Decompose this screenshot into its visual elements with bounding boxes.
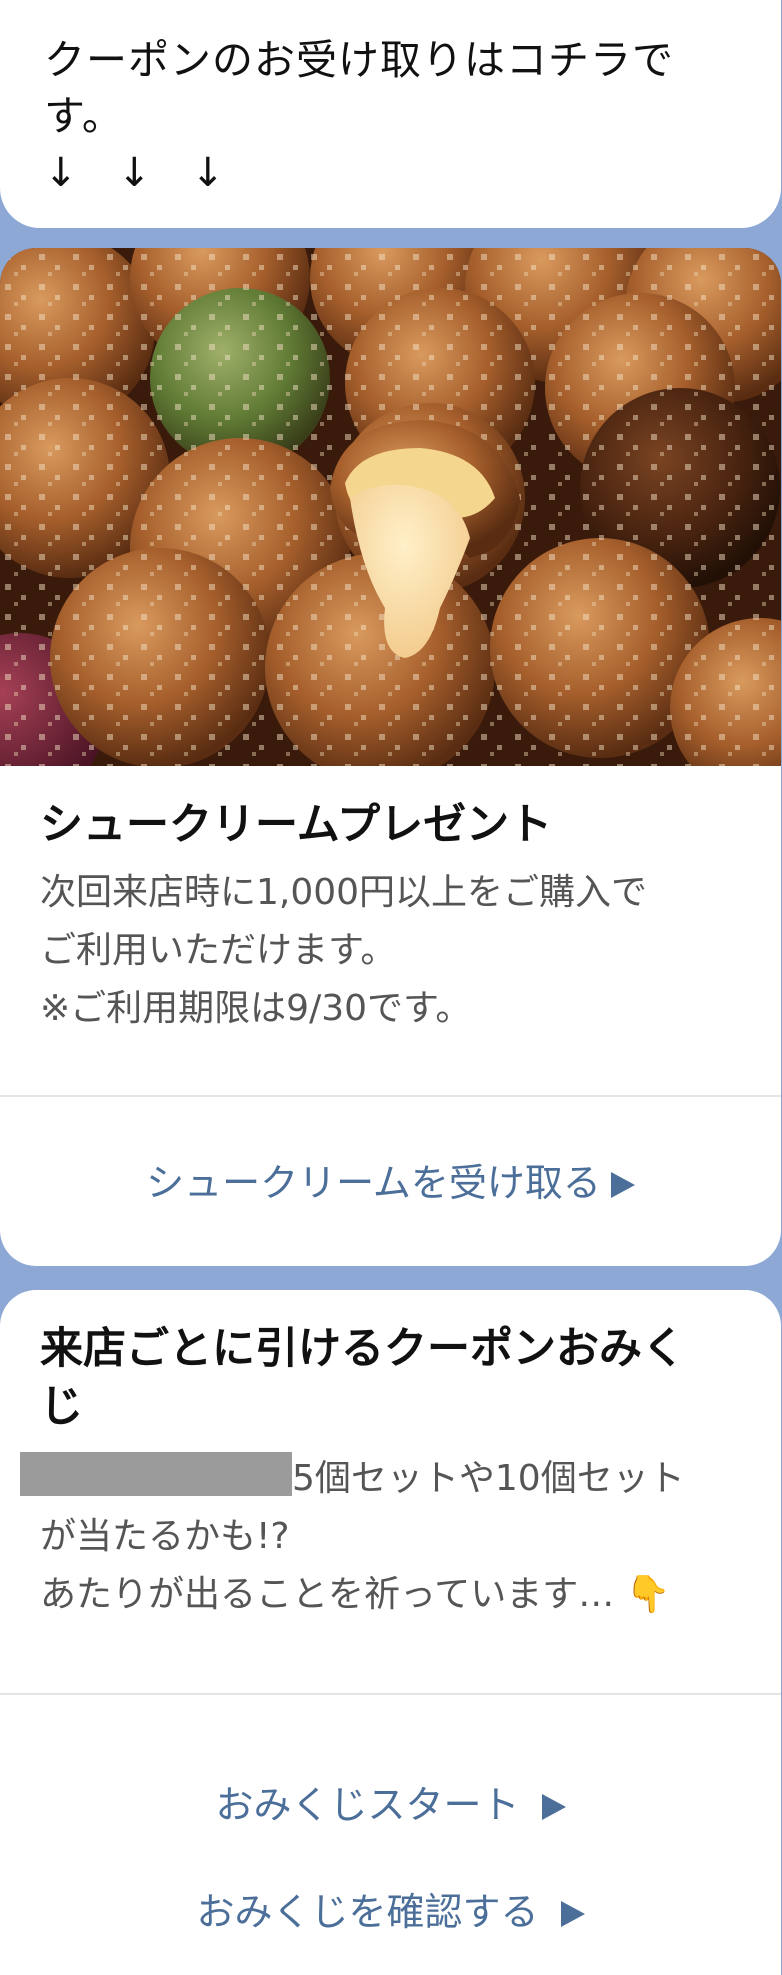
intro-message-line1: クーポンのお受け取りはコチラで	[44, 36, 674, 84]
receive-cream-puff-label: シュークリームを受け取る	[146, 1161, 601, 1205]
omikuji-start-button[interactable]: おみくじスタート	[0, 1780, 781, 1830]
intro-message-card: クーポンのお受け取りはコチラで す。 ↓ ↓ ↓	[0, 0, 781, 228]
omikuji-coupon-card: 来店ごとに引けるクーポンおみく じ 5個セットや10個セット が当たるかも!? …	[0, 1290, 781, 1975]
cream-puff-desc-line2: ご利用いただけます。	[40, 930, 397, 971]
omikuji-desc-line3-text: あたりが出ることを祈っています…	[40, 1574, 615, 1615]
omikuji-desc-line1-text: 5個セットや10個セット	[292, 1458, 685, 1499]
omikuji-title: 来店ごとに引けるクーポンおみく じ	[40, 1320, 741, 1436]
omikuji-start-label: おみくじスタート	[215, 1783, 520, 1827]
intro-message: クーポンのお受け取りはコチラで す。	[44, 32, 737, 144]
down-arrows: ↓ ↓ ↓	[44, 150, 225, 196]
play-triangle-icon	[610, 1172, 635, 1198]
cream-puff-desc-line1: 次回来店時に1,000円以上をご購入で	[40, 872, 648, 913]
divider	[0, 1095, 781, 1097]
omikuji-info: 来店ごとに引けるクーポンおみく じ 5個セットや10個セット が当たるかも!? …	[20, 1320, 741, 1624]
cream-puff-desc-line3: ※ご利用期限は9/30です。	[40, 988, 472, 1029]
omikuji-confirm-button[interactable]: おみくじを確認する	[0, 1887, 781, 1937]
cream-puff-description: 次回来店時に1,000円以上をご購入で ご利用いただけます。 ※ご利用期限は9/…	[40, 864, 741, 1038]
omikuji-desc-line2: が当たるかも!?	[40, 1516, 290, 1557]
cream-puff-title: シュークリームプレゼント	[40, 800, 553, 850]
omikuji-title-line2: じ	[40, 1382, 83, 1432]
receive-cream-puff-button[interactable]: シュークリームを受け取る	[0, 1158, 781, 1208]
cream-puff-info: シュークリームプレゼント 次回来店時に1,000円以上をご購入で ご利用いただけ…	[40, 796, 741, 1038]
cream-puffs-image	[0, 248, 781, 766]
omikuji-desc-line1: 5個セットや10個セット	[20, 1450, 741, 1508]
divider	[0, 1693, 781, 1695]
omikuji-confirm-label: おみくじを確認する	[196, 1890, 539, 1934]
cream-puff-coupon-card: シュークリームプレゼント 次回来店時に1,000円以上をご購入で ご利用いただけ…	[0, 248, 781, 1266]
play-triangle-icon	[560, 1901, 585, 1927]
intro-message-line2: す。	[44, 92, 124, 140]
omikuji-desc-line3: あたりが出ることを祈っています… 👇	[40, 1566, 741, 1624]
omikuji-description: 5個セットや10個セット が当たるかも!? あたりが出ることを祈っています… 👇	[20, 1450, 741, 1624]
redacted-block	[20, 1452, 292, 1496]
play-triangle-icon	[541, 1794, 566, 1820]
pointing-down-emoji-icon: 👇	[625, 1574, 671, 1615]
omikuji-title-line1: 来店ごとに引けるクーポンおみく	[40, 1324, 685, 1374]
